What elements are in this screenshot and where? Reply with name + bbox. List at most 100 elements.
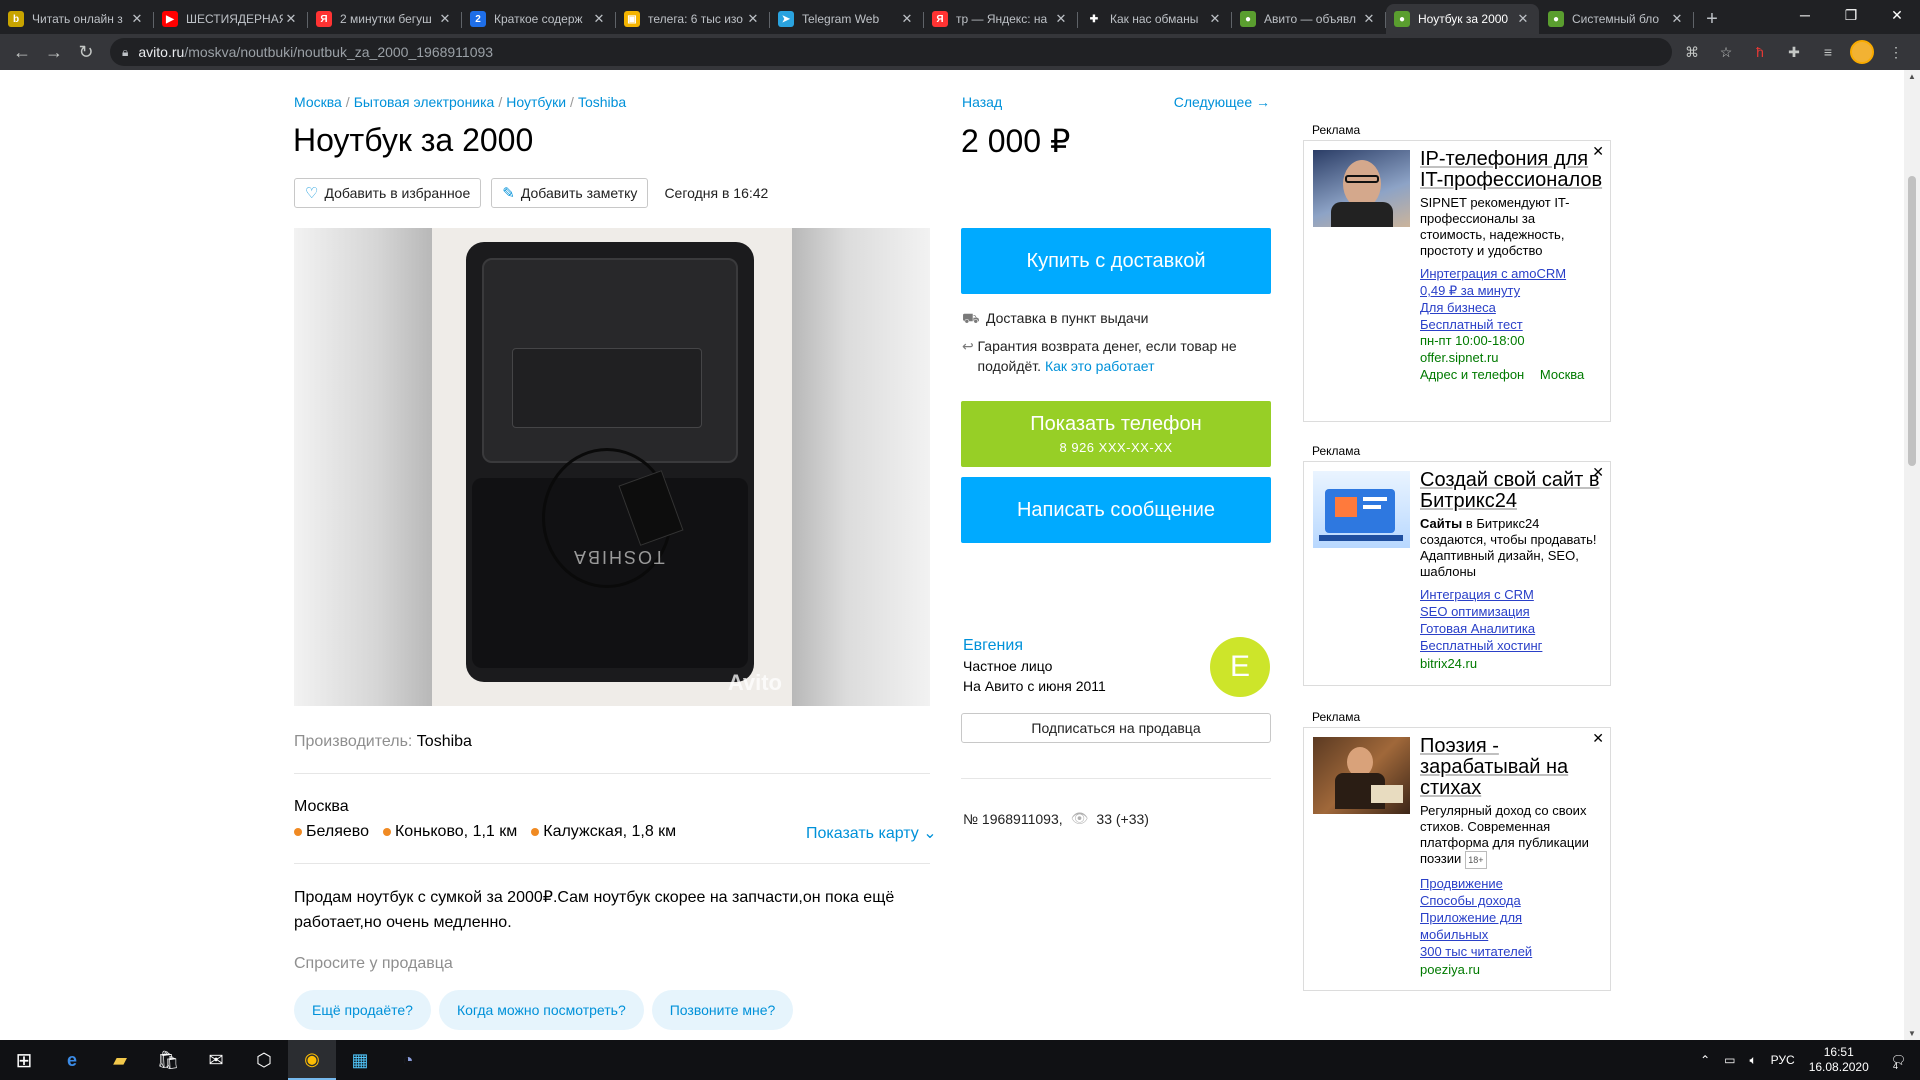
translate-icon[interactable]: ⌘	[1680, 40, 1704, 64]
ad-image[interactable]	[1313, 737, 1410, 814]
ad-sitelink[interactable]: Инртеграция с amoCRM	[1420, 265, 1604, 282]
ad-headline[interactable]: Поэзия - зарабатывай на стихах	[1420, 736, 1604, 799]
app-icon[interactable]: ▦	[336, 1040, 384, 1080]
browser-tab[interactable]: ✚ Как нас обманы ✕	[1078, 4, 1232, 34]
browser-tab[interactable]: Я 2 минутки бегуш ✕	[308, 4, 462, 34]
scrollbar-thumb[interactable]	[1908, 176, 1916, 466]
subscribe-seller-button[interactable]: Подписаться на продавца	[961, 713, 1271, 743]
add-note-button[interactable]: ✎ Добавить заметку	[491, 178, 649, 208]
language-indicator[interactable]: РУС	[1771, 1053, 1795, 1067]
tab-close-icon[interactable]: ✕	[437, 11, 453, 27]
volume-icon[interactable]: 🔈︎	[1749, 1053, 1756, 1068]
menu-kebab-icon[interactable]: ⋮	[1884, 40, 1908, 64]
breadcrumb-toshiba[interactable]: Toshiba	[578, 94, 626, 110]
ad-sitelink[interactable]: Бесплатный тест	[1420, 316, 1604, 333]
buy-delivery-button[interactable]: Купить с доставкой	[961, 228, 1271, 294]
ad-block-bitrix[interactable]: ✕ Создай свой сайт в Битрикс24 Сайты в Б…	[1303, 461, 1611, 686]
profile-avatar[interactable]	[1850, 40, 1874, 64]
photo-gallery[interactable]: TOSHIBA Avito	[294, 228, 930, 706]
minimize-icon[interactable]: ─	[1782, 0, 1828, 30]
ad-address-link[interactable]: Адрес и телефон	[1420, 367, 1524, 382]
tab-close-icon[interactable]: ✕	[745, 11, 761, 27]
close-window-icon[interactable]: ✕	[1874, 0, 1920, 30]
ad-image[interactable]	[1313, 150, 1410, 227]
next-link[interactable]: Следующее →	[1174, 94, 1270, 110]
tab-close-icon[interactable]: ✕	[1669, 11, 1685, 27]
ad-city[interactable]: Москва	[1540, 367, 1584, 382]
browser-tab[interactable]: ● Системный бло ✕	[1540, 4, 1694, 34]
tab-close-icon[interactable]: ✕	[1207, 11, 1223, 27]
chrome-icon[interactable]: ◉	[288, 1040, 336, 1080]
reload-icon[interactable]: ↻	[72, 38, 100, 66]
ad-sitelink[interactable]: 300 тыс читателей	[1420, 943, 1604, 960]
edge-icon[interactable]: e	[48, 1040, 96, 1080]
ad-sitelink[interactable]: Бесплатный хостинг	[1420, 637, 1604, 654]
breadcrumb-electronics[interactable]: Бытовая электроника	[354, 94, 495, 110]
listing-photo[interactable]: TOSHIBA Avito	[432, 228, 792, 706]
ad-sitelink[interactable]: Готовая Аналитика	[1420, 620, 1604, 637]
breadcrumb-moscow[interactable]: Москва	[294, 94, 342, 110]
ad-block-sipnet[interactable]: ✕ IP-телефония для IT-профессионалов SIP…	[1303, 140, 1611, 422]
back-link[interactable]: Назад	[962, 94, 1002, 110]
ad-sitelink[interactable]: 0,49 ₽ за минуту	[1420, 282, 1604, 299]
browser-tab[interactable]: ➤ Telegram Web ✕	[770, 4, 924, 34]
question-chip[interactable]: Ещё продаёте?	[294, 990, 431, 1030]
tab-close-icon[interactable]: ✕	[1053, 11, 1069, 27]
back-arrow-icon[interactable]: ←	[8, 38, 36, 66]
how-it-works-link[interactable]: Как это работает	[1045, 358, 1155, 374]
ad-image[interactable]	[1313, 471, 1410, 548]
discord-icon[interactable]: ◔	[384, 1040, 432, 1080]
file-explorer-icon[interactable]: ▰	[96, 1040, 144, 1080]
new-tab-icon[interactable]: +	[1698, 5, 1726, 33]
ad-headline[interactable]: Создай свой сайт в Битрикс24	[1420, 470, 1604, 512]
network-icon[interactable]: ▭	[1724, 1053, 1735, 1067]
browser-tab[interactable]: ● Авито — объявл ✕	[1232, 4, 1386, 34]
ad-sitelink[interactable]: Продвижение	[1420, 875, 1604, 892]
ad-sitelink[interactable]: Интеграция с CRM	[1420, 586, 1604, 603]
tab-close-icon[interactable]: ✕	[591, 11, 607, 27]
tab-close-icon[interactable]: ✕	[129, 11, 145, 27]
tray-chevron-icon[interactable]: ⌃	[1700, 1053, 1710, 1067]
bookmark-star-icon[interactable]: ☆	[1714, 40, 1738, 64]
store-icon[interactable]: 🛍︎	[144, 1040, 192, 1080]
browser-tab[interactable]: ▶ ШЕСТИЯДЕРНАЯ ✕	[154, 4, 308, 34]
browser-tab[interactable]: ● Ноутбук за 2000 ✕	[1386, 4, 1539, 34]
seller-avatar[interactable]: E	[1210, 637, 1270, 697]
ad-domain[interactable]: bitrix24.ru	[1420, 656, 1604, 671]
ad-domain[interactable]: poeziya.ru	[1420, 962, 1604, 977]
mail-icon[interactable]: ✉	[192, 1040, 240, 1080]
ad-headline[interactable]: IP-телефония для IT-профессионалов	[1420, 149, 1604, 191]
extensions-puzzle-icon[interactable]: ✚	[1782, 40, 1806, 64]
3d-viewer-icon[interactable]: ⬡	[240, 1040, 288, 1080]
browser-tab[interactable]: ▣ телега: 6 тыс изо ✕	[616, 4, 770, 34]
browser-tab[interactable]: Ятр — Яндекс: на ✕	[924, 4, 1078, 34]
ad-sitelink[interactable]: SEO оптимизация	[1420, 603, 1604, 620]
clock[interactable]: 16:51 16.08.2020	[1809, 1045, 1869, 1075]
address-bar[interactable]: 🔒︎ avito.ru/moskva/noutbuki/noutbuk_za_2…	[110, 38, 1672, 66]
page-scrollbar[interactable]: ▲ ▼	[1904, 70, 1920, 1040]
forward-arrow-icon[interactable]: →	[40, 38, 68, 66]
show-map-link[interactable]: Показать карту ⌄	[806, 823, 937, 843]
scroll-up-arrow-icon[interactable]: ▲	[1908, 72, 1916, 81]
tab-close-icon[interactable]: ✕	[1361, 11, 1377, 27]
ad-domain[interactable]: offer.sipnet.ru	[1420, 350, 1604, 365]
browser-tab[interactable]: b Читать онлайн з ✕	[0, 4, 154, 34]
question-chip[interactable]: Когда можно посмотреть?	[438, 990, 644, 1030]
media-control-icon[interactable]: ≡	[1816, 40, 1840, 64]
show-phone-button[interactable]: Показать телефон 8 926 XXX-XX-XX	[961, 401, 1271, 467]
tab-close-icon[interactable]: ✕	[1515, 11, 1531, 27]
tab-close-icon[interactable]: ✕	[899, 11, 915, 27]
tab-close-icon[interactable]: ✕	[283, 11, 299, 27]
ad-sitelink[interactable]: Приложение для мобильных	[1420, 909, 1530, 943]
ad-sitelink[interactable]: Для бизнеса	[1420, 299, 1604, 316]
restore-icon[interactable]: ❐	[1828, 0, 1874, 30]
scroll-down-arrow-icon[interactable]: ▼	[1908, 1029, 1916, 1038]
notifications-icon[interactable]: 🗨︎ 4	[1891, 1053, 1906, 1071]
breadcrumb-laptops[interactable]: Ноутбуки	[506, 94, 566, 110]
ad-block-poeziya[interactable]: ✕ Поэзия - зарабатывай на стихах Регуляр…	[1303, 727, 1611, 991]
windows-start-icon[interactable]: ⊞	[0, 1040, 48, 1080]
ad-sitelink[interactable]: Способы дохода	[1420, 892, 1604, 909]
question-chip[interactable]: Позвоните мне?	[651, 990, 794, 1030]
extension-icon[interactable]: ħ	[1748, 40, 1772, 64]
add-favorite-button[interactable]: ♡ Добавить в избранное	[294, 178, 482, 208]
